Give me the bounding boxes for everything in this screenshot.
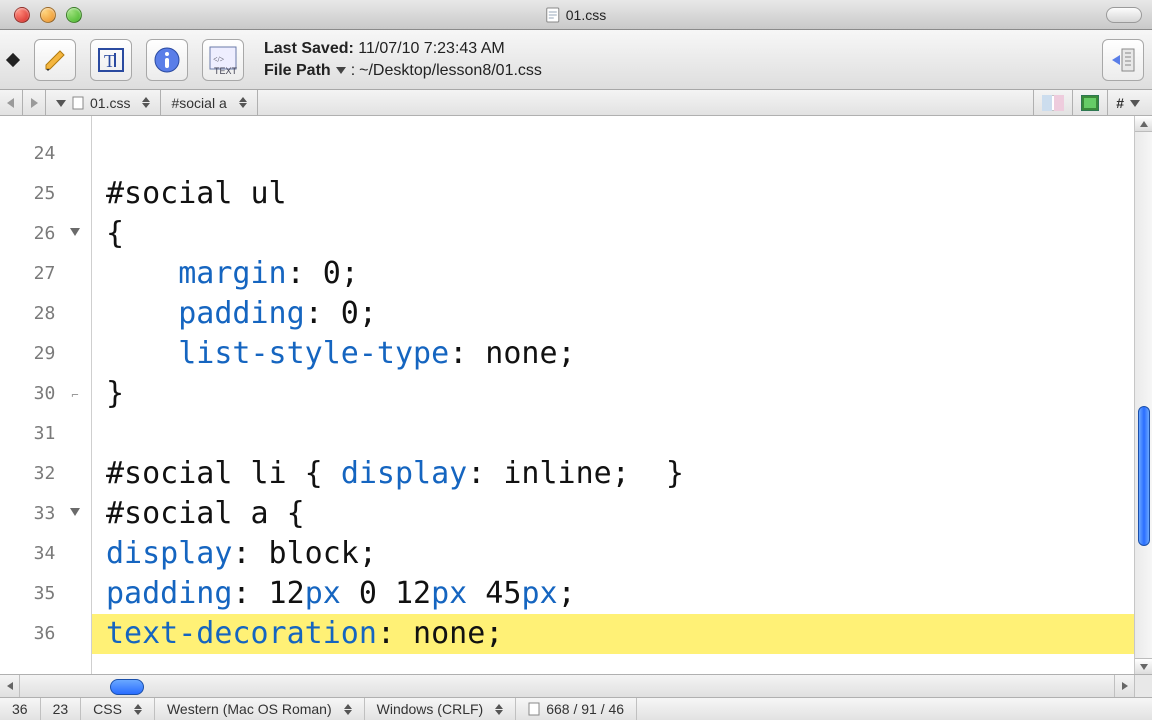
scroll-thumb[interactable]	[110, 679, 144, 695]
code-line: #social ul { margin: 0; padding: 0; list…	[106, 176, 684, 651]
document-icon	[72, 96, 84, 110]
cursor-col: 23	[53, 701, 69, 717]
document-icon	[528, 702, 540, 716]
cursor-column-seg: 23	[41, 698, 82, 720]
stats-label: 668 / 91 / 46	[546, 701, 624, 717]
line-number: 36	[0, 614, 61, 654]
text-tool-button[interactable]: T	[90, 39, 132, 81]
info-button[interactable]	[146, 39, 188, 81]
window-title-text: 01.css	[566, 7, 606, 23]
document-stats: 668 / 91 / 46	[516, 698, 637, 720]
svg-text:</>: </>	[213, 55, 225, 64]
titlebar: 01.css	[0, 0, 1152, 30]
line-number: 34	[0, 534, 61, 574]
scroll-right-button[interactable]	[1114, 675, 1134, 697]
horizontal-scrollbar[interactable]	[0, 674, 1152, 698]
last-saved-value: 11/07/10 7:23:43 AM	[358, 40, 504, 57]
close-button[interactable]	[14, 7, 30, 23]
cursor-position: 36	[0, 698, 41, 720]
counter-button[interactable]: #	[1107, 90, 1148, 115]
split-view-button[interactable]	[1033, 90, 1072, 115]
language-label: CSS	[93, 701, 122, 717]
html-tool-button[interactable]: </> TEXT	[202, 39, 244, 81]
chevron-down-icon	[1130, 95, 1140, 111]
stepper-icon	[134, 704, 142, 715]
line-number: 24	[0, 134, 61, 174]
line-number: 25	[0, 174, 61, 214]
fold-column: ⌐	[61, 116, 91, 674]
preview-button[interactable]	[1072, 90, 1107, 115]
line-number: 32	[0, 454, 61, 494]
gutter: 24252627282930313233343536 ⌐	[0, 116, 92, 674]
file-path-label: File Path	[264, 62, 331, 80]
svg-text:T: T	[104, 51, 115, 71]
file-path-value: ~/Desktop/lesson8/01.css	[359, 62, 542, 80]
toolbar-pill-button[interactable]	[1106, 7, 1142, 23]
block-end-icon: ⌐	[71, 388, 78, 402]
file-meta: Last Saved: 11/07/10 7:23:43 AM File Pat…	[264, 40, 542, 80]
navigation-bar: 01.css #social a #	[0, 90, 1152, 116]
file-dropdown-label: 01.css	[90, 95, 130, 111]
line-number: 29	[0, 334, 61, 374]
window-controls	[14, 7, 82, 23]
status-bar: 36 23 CSS Western (Mac OS Roman) Windows…	[0, 698, 1152, 720]
nav-back-button[interactable]	[4, 96, 18, 110]
fold-toggle-icon[interactable]	[68, 506, 82, 518]
hash-label: #	[1116, 95, 1124, 111]
edit-tool-button[interactable]	[34, 39, 76, 81]
line-number: 33	[0, 494, 61, 534]
stepper-icon	[344, 704, 352, 715]
last-saved-label: Last Saved:	[264, 40, 354, 57]
line-number: 31	[0, 414, 61, 454]
chevron-down-icon[interactable]	[335, 62, 347, 80]
chevron-down-icon	[56, 95, 66, 111]
line-number: 35	[0, 574, 61, 614]
stepper-icon	[239, 97, 247, 108]
toolbar: T </> TEXT Last Saved: 11/07/10 7:23:43 A…	[0, 30, 1152, 90]
stepper-icon	[142, 97, 150, 108]
language-selector[interactable]: CSS	[81, 698, 155, 720]
line-endings-label: Windows (CRLF)	[377, 701, 484, 717]
encoding-label: Western (Mac OS Roman)	[167, 701, 332, 717]
zoom-button[interactable]	[66, 7, 82, 23]
cursor-line: 36	[12, 701, 28, 717]
symbol-dropdown[interactable]: #social a	[161, 90, 257, 115]
file-dropdown[interactable]: 01.css	[46, 90, 161, 115]
nav-forward-button[interactable]	[27, 96, 41, 110]
unsaved-indicator-icon	[6, 52, 20, 66]
symbol-dropdown-label: #social a	[171, 95, 226, 111]
line-numbers: 24252627282930313233343536	[0, 116, 61, 674]
window-title: 01.css	[546, 7, 606, 23]
line-number: 28	[0, 294, 61, 334]
minimize-button[interactable]	[40, 7, 56, 23]
scroll-down-button[interactable]	[1135, 658, 1152, 674]
line-number: 27	[0, 254, 61, 294]
line-endings-selector[interactable]: Windows (CRLF)	[365, 698, 517, 720]
editor: 24252627282930313233343536 ⌐ #social ul …	[0, 116, 1152, 674]
line-number: 26	[0, 214, 61, 254]
encoding-selector[interactable]: Western (Mac OS Roman)	[155, 698, 365, 720]
resize-corner[interactable]	[1134, 675, 1152, 697]
line-number: 30	[0, 374, 61, 414]
drawer-toggle-button[interactable]	[1102, 39, 1144, 81]
scroll-left-button[interactable]	[0, 675, 20, 697]
stepper-icon	[495, 704, 503, 715]
document-icon	[546, 7, 560, 23]
svg-text:TEXT: TEXT	[214, 66, 238, 76]
code-text[interactable]: #social ul { margin: 0; padding: 0; list…	[92, 116, 1152, 654]
code-area[interactable]: #social ul { margin: 0; padding: 0; list…	[92, 116, 1152, 674]
fold-toggle-icon[interactable]	[68, 226, 82, 238]
